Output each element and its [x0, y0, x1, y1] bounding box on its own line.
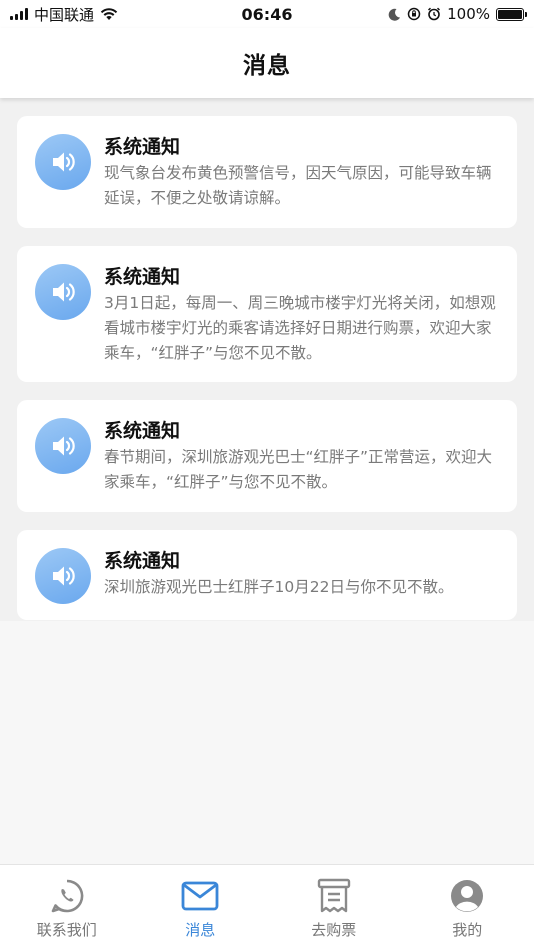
tab-buy-ticket[interactable]: 去购票 [267, 865, 401, 950]
message-card[interactable]: 系统通知 深圳旅游观光巴士红胖子10月22日与你不见不散。 [17, 530, 517, 620]
wifi-icon [100, 8, 118, 20]
phone-chat-icon [48, 877, 86, 915]
battery-icon [496, 7, 527, 21]
bottom-tab-bar: 联系我们 消息 去购票 我的 [0, 864, 534, 950]
battery-percent: 100% [447, 5, 490, 23]
status-right: 100% [344, 5, 527, 23]
page-title: 消息 [243, 53, 291, 79]
tab-contact-us[interactable]: 联系我们 [0, 865, 134, 950]
message-text: 现气象台发布黄色预警信号，因天气原因，可能导致车辆延误，不便之处敬请谅解。 [104, 164, 492, 207]
signal-icon [10, 8, 28, 20]
tab-label: 去购票 [311, 921, 357, 939]
tab-label: 我的 [452, 921, 483, 939]
message-title: 系统通知 [104, 550, 181, 572]
message-text: 深圳旅游观光巴士红胖子10月22日与你不见不散。 [104, 578, 454, 596]
alarm-icon [428, 7, 441, 21]
mail-icon [181, 877, 219, 915]
tab-label: 联系我们 [36, 921, 97, 939]
status-bar: 中国联通 06:46 100% [0, 0, 534, 28]
speaker-icon [35, 548, 91, 604]
page-header: 消息 [0, 28, 534, 98]
message-text: 3月1日起，每周一、周三晚城市楼宇灯光将关闭，如想观看城市楼宇灯光的乘客请选择好… [104, 294, 496, 362]
speaker-icon [35, 134, 91, 190]
message-body: 系统通知 3月1日起，每周一、周三晚城市楼宇灯光将关闭，如想观看城市楼宇灯光的乘… [104, 264, 499, 366]
tab-label: 消息 [185, 921, 216, 939]
tab-mine[interactable]: 我的 [401, 865, 534, 950]
speaker-icon [35, 418, 91, 474]
user-icon [448, 877, 486, 915]
message-title: 系统通知 [104, 266, 181, 288]
message-body: 系统通知 春节期间，深圳旅游观光巴士“红胖子”正常营运，欢迎大家乘车，“红胖子”… [104, 418, 499, 495]
rotation-lock-icon [407, 7, 421, 21]
message-card[interactable]: 系统通知 春节期间，深圳旅游观光巴士“红胖子”正常营运，欢迎大家乘车，“红胖子”… [17, 400, 517, 512]
receipt-icon [315, 877, 353, 915]
moon-icon [388, 8, 401, 21]
message-title: 系统通知 [104, 420, 181, 442]
message-card[interactable]: 系统通知 现气象台发布黄色预警信号，因天气原因，可能导致车辆延误，不便之处敬请谅… [17, 116, 517, 228]
message-body: 系统通知 现气象台发布黄色预警信号，因天气原因，可能导致车辆延误，不便之处敬请谅… [104, 134, 499, 211]
tab-messages[interactable]: 消息 [134, 865, 268, 950]
carrier-name: 中国联通 [34, 5, 95, 24]
message-body: 系统通知 深圳旅游观光巴士红胖子10月22日与你不见不散。 [104, 548, 499, 600]
message-title: 系统通知 [104, 136, 181, 158]
status-left: 中国联通 [10, 4, 190, 25]
message-card[interactable]: 系统通知 3月1日起，每周一、周三晚城市楼宇灯光将关闭，如想观看城市楼宇灯光的乘… [17, 246, 517, 382]
status-time: 06:46 [241, 4, 293, 24]
message-list: 系统通知 现气象台发布黄色预警信号，因天气原因，可能导致车辆延误，不便之处敬请谅… [0, 98, 534, 621]
speaker-icon [35, 264, 91, 320]
message-text: 春节期间，深圳旅游观光巴士“红胖子”正常营运，欢迎大家乘车，“红胖子”与您不见不… [104, 448, 493, 491]
